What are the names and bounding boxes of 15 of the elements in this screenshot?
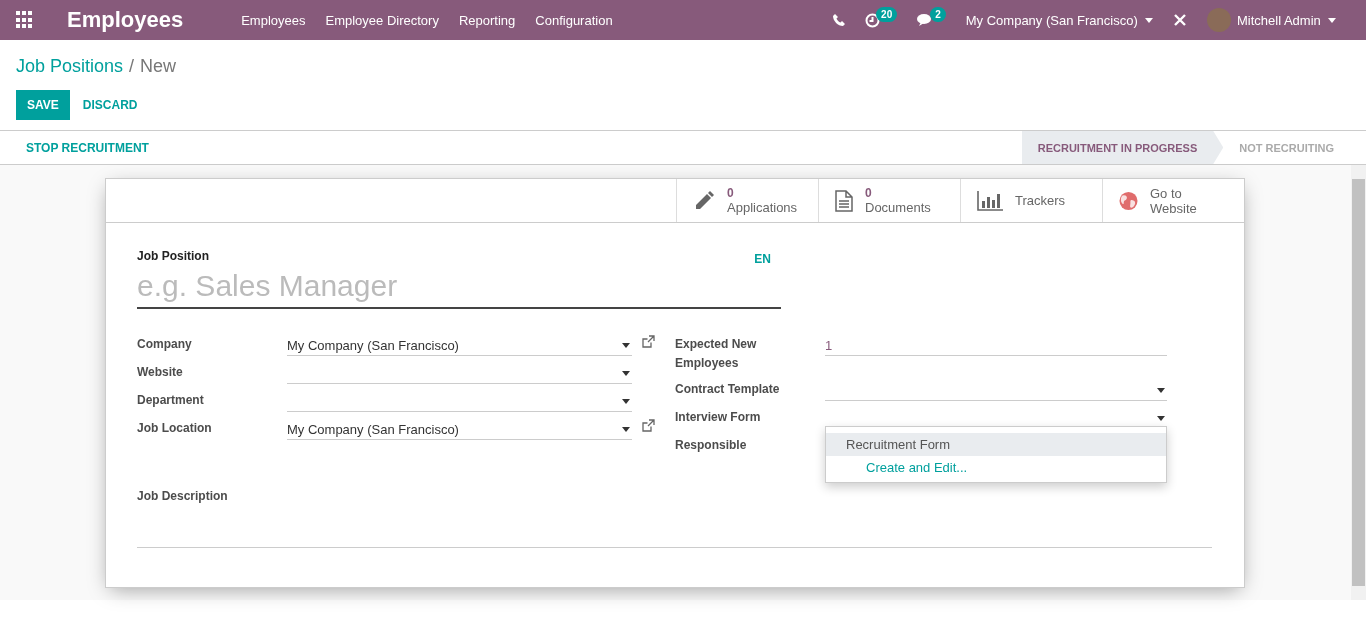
message-count-badge: 2 — [930, 6, 946, 22]
activity-count-badge: 20 — [876, 6, 898, 22]
field-label: Job Description — [137, 489, 229, 503]
app-title: Employees — [67, 7, 184, 33]
field-label: Company — [137, 336, 193, 353]
field-label: Interview Form — [675, 409, 762, 426]
breadcrumb-current: New — [140, 55, 177, 77]
field-label: Responsible — [675, 437, 748, 454]
field-label: Contract Template — [675, 381, 781, 398]
breadcrumb-separator: / — [129, 55, 135, 77]
field-label: Website — [137, 364, 184, 381]
field-label: Job Location — [137, 420, 213, 437]
field-label: Department — [137, 392, 205, 409]
field-label: Expected New Employees — [675, 336, 758, 372]
field-label: Job Position — [137, 249, 209, 263]
